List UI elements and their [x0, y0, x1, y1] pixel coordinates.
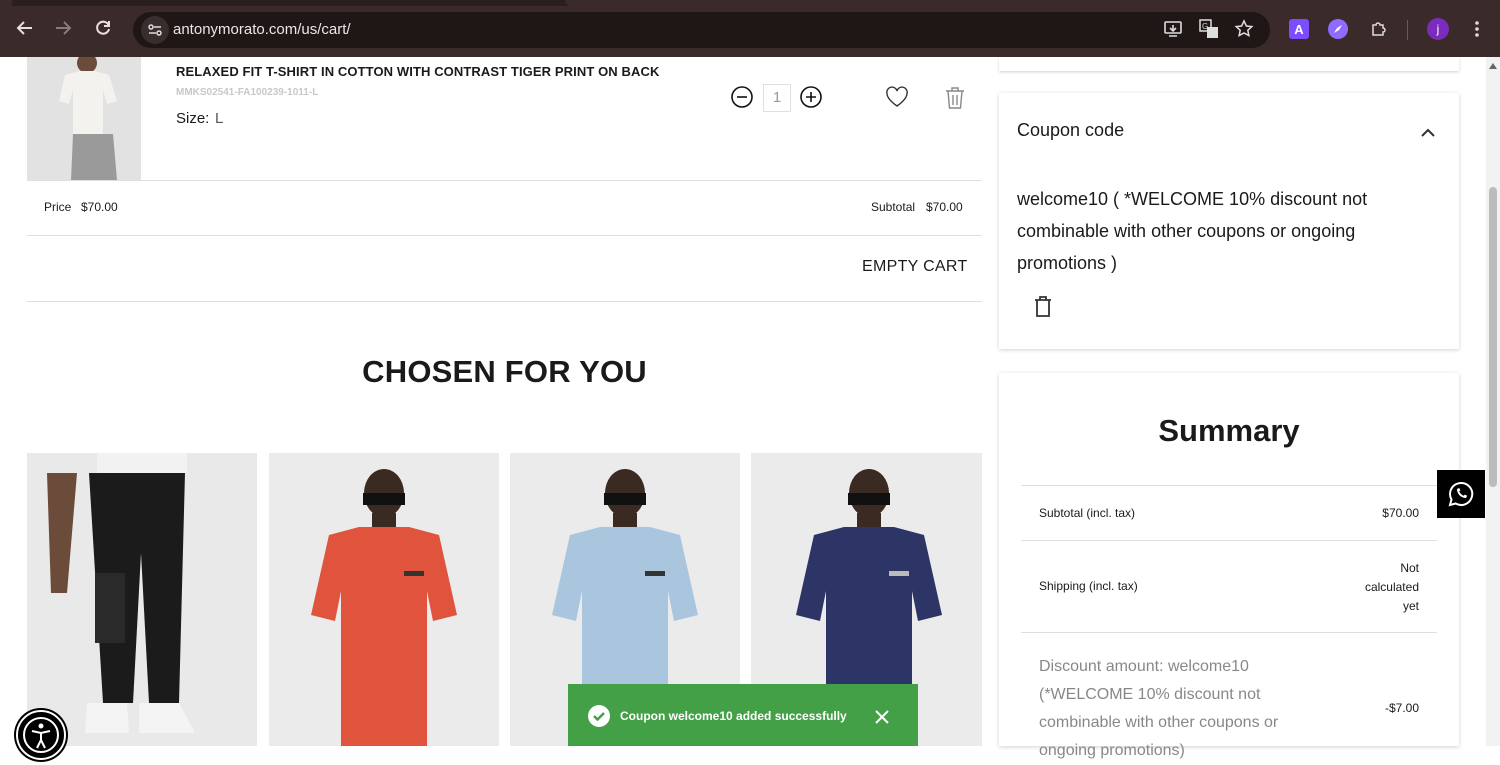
close-toast-button[interactable]: [874, 709, 890, 725]
whatsapp-chat-button[interactable]: [1437, 470, 1485, 518]
collapse-chevron-icon[interactable]: [1419, 126, 1437, 138]
back-button[interactable]: [11, 14, 39, 42]
tab-edge: [0, 0, 12, 6]
cart-item-image[interactable]: [27, 57, 141, 180]
price-value: $70.00: [81, 200, 118, 214]
tshirt-model-image: [27, 57, 141, 180]
tab-edge: [565, 0, 1500, 6]
size-label: Size:: [176, 110, 210, 127]
cart-item-name[interactable]: RELAXED FIT T-SHIRT IN COTTON WITH CONTR…: [176, 64, 659, 79]
success-toast: Coupon welcome10 added successfully: [568, 684, 918, 746]
applied-coupon-text: welcome10 ( *WELCOME 10% discount not co…: [1017, 189, 1368, 273]
accessibility-button[interactable]: [16, 710, 66, 760]
subtotal-label: Subtotal (incl. tax): [1039, 506, 1136, 520]
shipping-label: Shipping (incl. tax): [1039, 579, 1138, 593]
divider: [1021, 632, 1437, 633]
red-tshirt-product-image: [269, 453, 499, 746]
plus-circle-icon: [800, 86, 822, 108]
toast-message: Coupon welcome10 added successfully: [620, 709, 847, 723]
whatsapp-icon: [1448, 481, 1474, 507]
remove-item-button[interactable]: [945, 86, 965, 110]
extensions-puzzle-icon[interactable]: [1369, 19, 1389, 39]
divider: [27, 180, 982, 181]
quantity-input[interactable]: 1: [763, 84, 791, 112]
divider: [27, 301, 982, 302]
forward-button[interactable]: [49, 14, 77, 42]
coupon-title: Coupon code: [1017, 120, 1125, 140]
profile-avatar[interactable]: j: [1427, 18, 1449, 40]
empty-cart-button[interactable]: EMPTY CART: [862, 258, 968, 276]
divider: [1021, 540, 1437, 541]
order-summary: Summary Subtotal (incl. tax) $70.00 Ship…: [999, 373, 1459, 759]
shipping-value: Not calculated yet: [1364, 561, 1419, 613]
forward-arrow-icon: [56, 21, 72, 35]
add-to-wishlist-button[interactable]: [885, 86, 909, 108]
decrease-quantity-button[interactable]: [731, 86, 753, 108]
item-subtotal-label: Subtotal: [871, 200, 916, 214]
toolbar-separator: [1407, 20, 1408, 40]
back-arrow-icon: [16, 21, 32, 35]
divider: [27, 235, 982, 236]
page-scrollbar[interactable]: [1486, 57, 1500, 746]
price-label: Price: [44, 200, 72, 214]
subtotal-value: $70.00: [1382, 506, 1419, 520]
trash-icon: [1035, 296, 1051, 317]
remove-coupon-button[interactable]: [1033, 295, 1053, 317]
cart-item-sku: MMKS02541-FA100239-1011-L: [176, 87, 319, 98]
translate-icon[interactable]: G: [1198, 18, 1220, 40]
close-icon: [875, 710, 889, 724]
browser-menu-icon[interactable]: [1467, 19, 1487, 39]
extension-a-icon[interactable]: A: [1289, 19, 1309, 39]
cart-panel-top: [999, 57, 1459, 71]
address-bar[interactable]: antonymorato.com/us/cart/: [133, 12, 1270, 48]
url-text: antonymorato.com/us/cart/: [173, 21, 351, 38]
trash-icon: [946, 87, 964, 109]
product-card[interactable]: [269, 453, 499, 746]
scroll-up-arrow-icon[interactable]: [1489, 63, 1497, 69]
item-subtotal-value: $70.00: [926, 200, 963, 214]
discount-value: -$7.00: [1384, 701, 1419, 715]
discount-label: Discount amount: welcome10 (*WELCOME 10%…: [1039, 658, 1279, 759]
extension-compass-icon[interactable]: [1328, 19, 1348, 39]
size-value: L: [215, 110, 224, 127]
check-circle-icon: [588, 705, 610, 727]
svg-text:G: G: [1202, 22, 1208, 31]
recommendations-title: CHOSEN FOR YOU: [362, 354, 647, 389]
bookmark-star-icon[interactable]: [1233, 18, 1255, 40]
minus-circle-icon: [731, 86, 753, 108]
coupon-section: Coupon code welcome10 ( *WELCOME 10% dis…: [999, 93, 1459, 349]
reload-icon: [96, 20, 110, 35]
accessibility-icon: [23, 717, 59, 753]
heart-icon: [886, 86, 908, 107]
product-card[interactable]: [27, 453, 257, 746]
install-app-icon[interactable]: [1163, 18, 1185, 40]
scrollbar-thumb[interactable]: [1489, 187, 1497, 487]
browser-toolbar: antonymorato.com/us/cart/ G A j: [0, 0, 1500, 57]
reload-button[interactable]: [89, 14, 117, 42]
summary-title: Summary: [1158, 413, 1300, 448]
divider: [1021, 485, 1437, 486]
site-info-icon[interactable]: [141, 16, 169, 44]
pants-product-image: [27, 453, 257, 746]
increase-quantity-button[interactable]: [800, 86, 822, 108]
